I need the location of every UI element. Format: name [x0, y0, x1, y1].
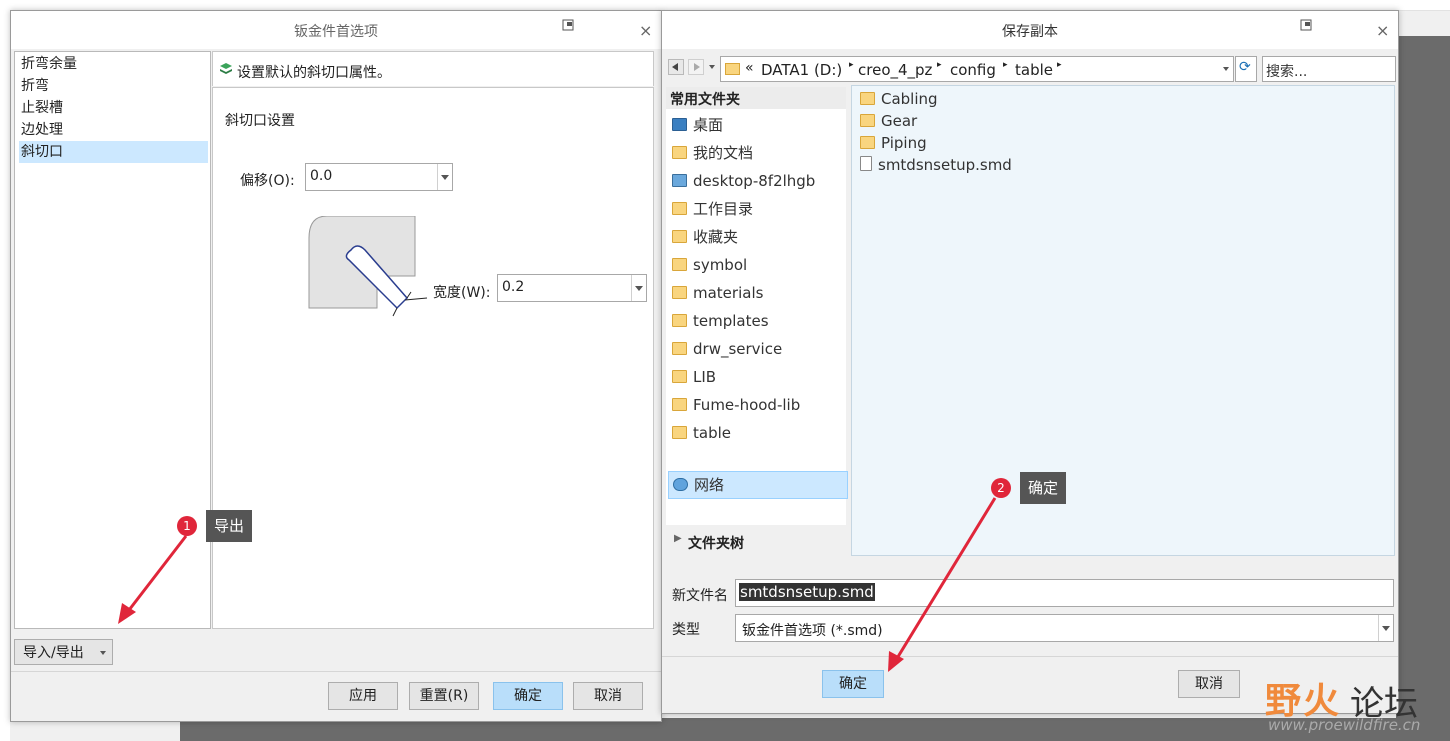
callout-1-label: 导出: [206, 510, 253, 542]
callout-1-badge: 1: [177, 516, 197, 536]
callout-2-badge: 2: [991, 478, 1011, 498]
watermark-url: www.proewildfire.cn: [1268, 716, 1421, 734]
callout-2-label: 确定: [1020, 472, 1067, 504]
annotation-arrows: [118, 497, 997, 672]
